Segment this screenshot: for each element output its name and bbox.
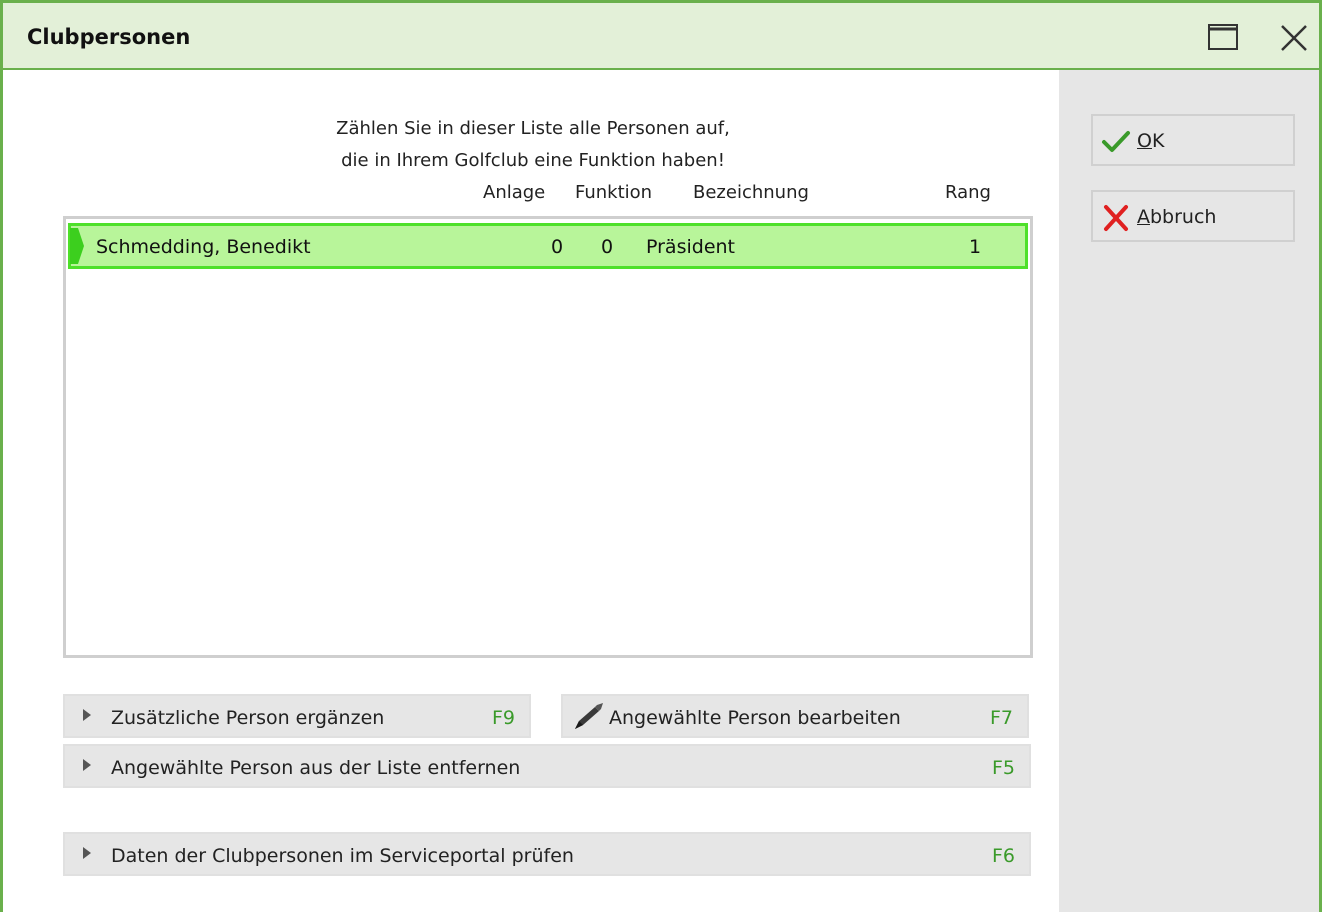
maximize-button[interactable] bbox=[1207, 21, 1239, 53]
dialog-window: Clubpersonen Zählen Sie in dieser Liste … bbox=[0, 0, 1322, 912]
column-header-funktion: Funktion bbox=[575, 182, 653, 203]
row-indicator-icon bbox=[70, 228, 84, 264]
check-serviceportal-button[interactable]: Daten der Clubpersonen im Serviceportal … bbox=[63, 832, 1031, 876]
pencil-icon bbox=[575, 703, 603, 729]
remove-person-button[interactable]: Angewählte Person aus der Liste entferne… bbox=[63, 744, 1031, 788]
checkmark-icon bbox=[1102, 131, 1130, 152]
maximize-icon bbox=[1208, 24, 1238, 50]
cell-anlage: 0 bbox=[551, 236, 564, 258]
column-header-rang: Rang bbox=[945, 182, 991, 203]
edit-person-hotkey: F7 bbox=[989, 707, 1013, 729]
cell-bezeichnung: Präsident bbox=[646, 236, 735, 258]
title-bar: Clubpersonen bbox=[3, 0, 1319, 70]
column-header-bezeichnung: Bezeichnung bbox=[693, 182, 809, 203]
side-panel: OK Abbruch bbox=[1059, 70, 1319, 912]
check-serviceportal-label: Daten der Clubpersonen im Serviceportal … bbox=[111, 845, 574, 867]
intro-line-2: die in Ihrem Golfclub eine Funktion habe… bbox=[341, 150, 725, 171]
column-header-anlage: Anlage bbox=[483, 182, 546, 203]
close-icon bbox=[1281, 25, 1307, 51]
check-serviceportal-hotkey: F6 bbox=[991, 845, 1015, 867]
cell-funktion: 0 bbox=[601, 236, 614, 258]
ok-button[interactable]: OK bbox=[1091, 114, 1295, 166]
cancel-button[interactable]: Abbruch bbox=[1091, 190, 1295, 242]
close-button[interactable] bbox=[1277, 21, 1311, 55]
edit-person-button[interactable]: Angewählte Person bearbeiten F7 bbox=[561, 694, 1029, 738]
cancel-label: Abbruch bbox=[1137, 206, 1217, 228]
x-icon bbox=[1104, 205, 1128, 231]
add-person-button[interactable]: Zusätzliche Person ergänzen F9 bbox=[63, 694, 531, 738]
triangle-right-icon bbox=[83, 759, 91, 771]
person-list[interactable]: Schmedding, Benedikt 0 0 Präsident 1 bbox=[63, 216, 1033, 658]
intro-line-1: Zählen Sie in dieser Liste alle Personen… bbox=[336, 118, 730, 139]
list-row[interactable]: Schmedding, Benedikt 0 0 Präsident 1 bbox=[68, 223, 1028, 269]
add-person-label: Zusätzliche Person ergänzen bbox=[111, 707, 385, 729]
ok-label: OK bbox=[1137, 130, 1165, 152]
edit-person-label: Angewählte Person bearbeiten bbox=[609, 707, 901, 729]
remove-person-label: Angewählte Person aus der Liste entferne… bbox=[111, 757, 521, 779]
cell-name: Schmedding, Benedikt bbox=[96, 236, 311, 258]
triangle-right-icon bbox=[83, 709, 91, 721]
window-title: Clubpersonen bbox=[27, 25, 191, 49]
cell-rang: 1 bbox=[969, 236, 982, 258]
add-person-hotkey: F9 bbox=[491, 707, 515, 729]
remove-person-hotkey: F5 bbox=[991, 757, 1015, 779]
triangle-right-icon bbox=[83, 847, 91, 859]
